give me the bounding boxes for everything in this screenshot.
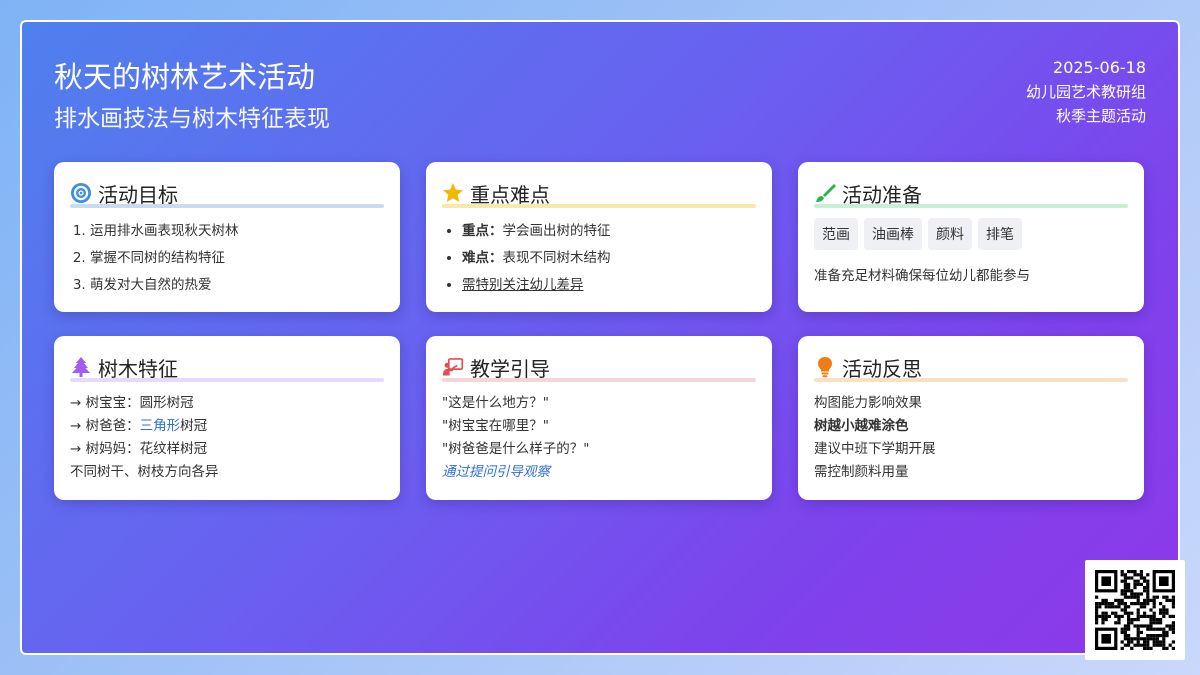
reflect-line: 构图能力影响效果: [814, 395, 922, 411]
material-tag: 排笔: [978, 218, 1022, 250]
reflect-body: 构图能力影响效果 树越小越难涂色 建议中班下学期开展 需控制颜料用量: [814, 392, 1128, 484]
teaching-guide-card: 教学引导 "这是什么地方？" "树宝宝在哪里？" "树爸爸是什么样子的？" 通过…: [426, 336, 772, 500]
reflection-card: 活动反思 构图能力影响效果 树越小越难涂色 建议中班下学期开展 需控制颜料用量: [798, 336, 1144, 500]
page-subtitle: 排水画技法与树木特征表现: [54, 106, 330, 132]
list-item: 难点：表现不同树木结构: [462, 245, 756, 272]
list-item: 重点：学会画出树的特征: [462, 218, 756, 245]
guide-body: "这是什么地方？" "树宝宝在哪里？" "树爸爸是什么样子的？" 通过提问引导观…: [442, 392, 756, 484]
tree-icon: [70, 356, 92, 378]
goals-list: 运用排水画表现秋天树林 掌握不同树的结构特征 萌发对大自然的热爱: [70, 218, 384, 299]
key-title: 重点难点: [470, 182, 550, 207]
org-label: 幼儿园艺术教研组: [1025, 83, 1146, 101]
qr-code-graphic: [1095, 570, 1175, 650]
guide-question: "树宝宝在哪里？": [442, 418, 549, 434]
tree-line: → 树爸爸：三角形树冠: [70, 415, 384, 438]
prep-title: 活动准备: [842, 182, 922, 207]
key-note: 需特别关注幼儿差异: [462, 277, 584, 293]
focus-label: 重点：: [462, 223, 503, 239]
prep-card-header: 活动准备: [814, 178, 1128, 208]
tree-body: → 树宝宝：圆形树冠 → 树爸爸：三角形树冠 → 树妈妈：花纹样树冠 不同树干、…: [70, 392, 384, 484]
prep-note: 准备充足材料确保每位幼儿都能参与: [814, 268, 1030, 284]
tree-features-card: 树木特征 → 树宝宝：圆形树冠 → 树爸爸：三角形树冠 → 树妈妈：花纹样树冠 …: [54, 336, 400, 500]
reflect-card-header: 活动反思: [814, 352, 1128, 382]
guide-question: "这是什么地方？": [442, 395, 549, 411]
tree-line: → 树妈妈：花纹样树冠: [70, 441, 208, 457]
guide-question: "树爸爸是什么样子的？": [442, 441, 590, 457]
target-icon: [70, 182, 92, 204]
theme-label: 秋季主题活动: [1055, 107, 1146, 125]
goals-card-header: 活动目标: [70, 178, 384, 208]
tree-line: → 树宝宝：圆形树冠: [70, 395, 194, 411]
goals-card: 活动目标 运用排水画表现秋天树林 掌握不同树的结构特征 萌发对大自然的热爱: [54, 162, 400, 312]
reflect-title: 活动反思: [842, 356, 922, 381]
difficulty-label: 难点：: [462, 250, 503, 266]
guide-note: 通过提问引导观察: [442, 464, 550, 480]
paintbrush-icon: [814, 182, 836, 204]
key-card-header: 重点难点: [442, 178, 756, 208]
slide-frame: 秋天的树林艺术活动 排水画技法与树木特征表现 2025-06-18 幼儿园艺术教…: [20, 20, 1180, 655]
focus-text: 学会画出树的特征: [502, 223, 611, 239]
tree-card-header: 树木特征: [70, 352, 384, 382]
key-list: 重点：学会画出树的特征 难点：表现不同树木结构 需特别关注幼儿差异: [442, 218, 756, 299]
tree-line-suffix: 树冠: [180, 418, 208, 434]
tree-line-highlight: 三角形: [139, 418, 181, 434]
reflect-line: 需控制颜料用量: [814, 464, 909, 480]
page-title: 秋天的树林艺术活动: [54, 60, 316, 94]
list-item: 运用排水画表现秋天树林: [90, 218, 384, 245]
goals-body: 运用排水画表现秋天树林 掌握不同树的结构特征 萌发对大自然的热爱: [70, 218, 384, 299]
list-item: 掌握不同树的结构特征: [90, 245, 384, 272]
goals-title: 活动目标: [98, 182, 178, 207]
guide-title: 教学引导: [470, 356, 550, 381]
difficulty-text: 表现不同树木结构: [502, 250, 611, 266]
material-tag: 颜料: [928, 218, 972, 250]
tree-line-prefix: → 树爸爸：: [70, 418, 140, 434]
guide-card-header: 教学引导: [442, 352, 756, 382]
key-body: 重点：学会画出树的特征 难点：表现不同树木结构 需特别关注幼儿差异: [442, 218, 756, 299]
tree-title: 树木特征: [98, 356, 178, 381]
key-points-card: 重点难点 重点：学会画出树的特征 难点：表现不同树木结构 需特别关注幼儿差异: [426, 162, 772, 312]
list-item: 萌发对大自然的热爱: [90, 272, 384, 299]
list-item: 需特别关注幼儿差异: [462, 272, 756, 299]
header-meta: 2025-06-18 幼儿园艺术教研组 秋季主题活动: [1026, 56, 1146, 128]
tree-line: 不同树干、树枝方向各异: [70, 464, 219, 480]
qr-code[interactable]: [1085, 560, 1185, 660]
star-icon: [442, 182, 464, 204]
reflect-line-bold: 树越小越难涂色: [814, 418, 909, 434]
materials-tags: 范画 油画棒 颜料 排笔: [814, 218, 1128, 250]
lightbulb-icon: [814, 356, 836, 378]
prep-body: 范画 油画棒 颜料 排笔 准备充足材料确保每位幼儿都能参与: [814, 218, 1128, 284]
teacher-board-icon: [442, 356, 464, 378]
material-tag: 范画: [814, 218, 858, 250]
reflect-line: 建议中班下学期开展: [814, 441, 936, 457]
preparation-card: 活动准备 范画 油画棒 颜料 排笔 准备充足材料确保每位幼儿都能参与: [798, 162, 1144, 312]
material-tag: 油画棒: [864, 218, 922, 250]
date-label: 2025-06-18: [1053, 58, 1146, 77]
